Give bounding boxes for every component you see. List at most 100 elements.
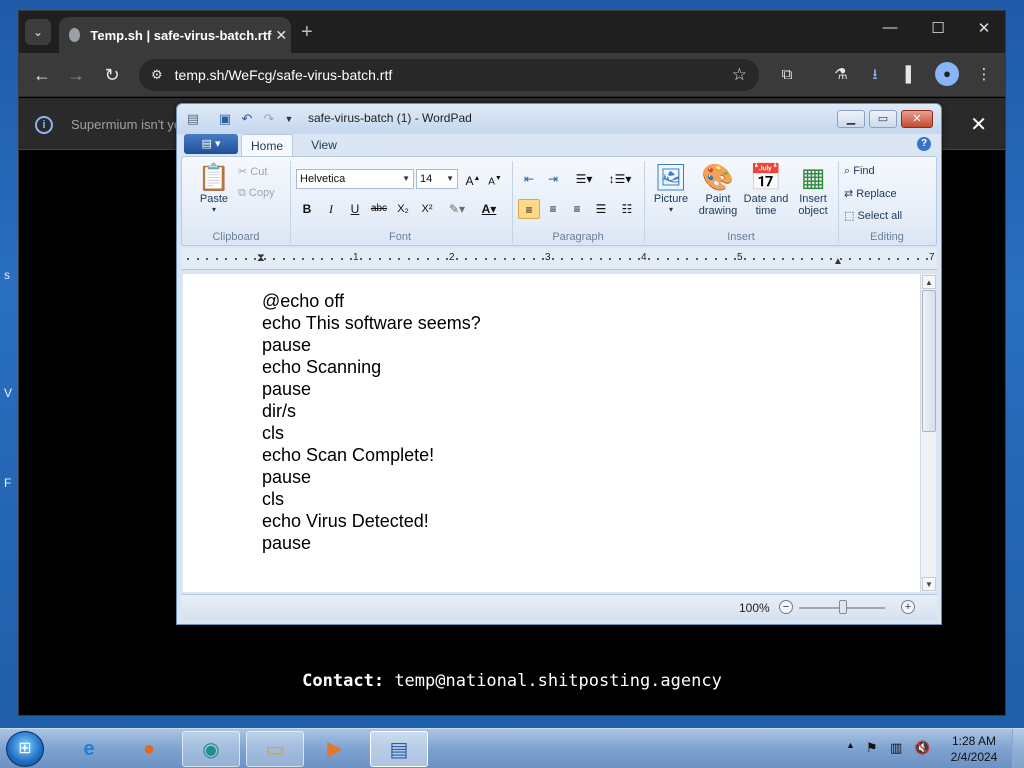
find-button[interactable]: ⌕ Find xyxy=(844,165,875,178)
supermium-icon[interactable]: ◉ xyxy=(182,731,240,767)
customize-qat-icon[interactable]: ▼ xyxy=(281,111,297,127)
extensions-icon[interactable]: ⧉ xyxy=(775,63,799,87)
tab-temp-sh[interactable]: Temp.sh | safe-virus-batch.rtf ✕ xyxy=(59,17,291,53)
site-info-icon[interactable]: ⚙ xyxy=(151,67,163,83)
show-desktop-button[interactable] xyxy=(1012,729,1024,768)
decrease-indent-icon[interactable]: ⇤ xyxy=(518,169,540,189)
align-center-icon[interactable]: ≡ xyxy=(542,199,564,219)
bullets-icon[interactable]: ☰▾ xyxy=(568,169,600,189)
grow-font-icon[interactable]: A▲ xyxy=(462,169,484,189)
contact-email[interactable]: temp@national.shitposting.agency xyxy=(394,671,722,691)
paste-label: Paste xyxy=(199,193,229,205)
network-icon[interactable]: ▥ xyxy=(890,740,902,756)
justify-icon[interactable]: ☰ xyxy=(590,199,612,219)
copy-button[interactable]: ⧉ Copy xyxy=(238,187,275,200)
vertical-scrollbar[interactable]: ▲ ▼ xyxy=(920,274,936,592)
ruler-tick xyxy=(331,258,333,260)
ruler[interactable]: 1 2 3 4 5 7 ⧗ ▲ xyxy=(181,248,937,270)
align-right-icon[interactable]: ≡ xyxy=(566,199,588,219)
help-icon[interactable]: ? xyxy=(917,137,931,151)
wordpad-title-bar[interactable]: ▤ ▣ ↶ ↷ ▼ safe-virus-batch (1) - WordPad… xyxy=(177,104,941,134)
save-icon[interactable]: ▣ xyxy=(217,111,233,127)
show-hidden-icons-icon[interactable]: ▲ xyxy=(846,740,855,750)
italic-icon[interactable]: I xyxy=(320,199,342,219)
file-explorer-icon[interactable]: ▭ xyxy=(246,731,304,767)
paint-drawing-button[interactable]: 🎨 Paint drawing xyxy=(694,161,742,217)
find-label: Find xyxy=(853,165,875,177)
insert-picture-button[interactable]: 🖼 Picture ▾ xyxy=(648,161,694,214)
paste-button[interactable]: 📋 Paste ▾ xyxy=(192,161,236,214)
scroll-thumb[interactable] xyxy=(922,290,936,432)
scroll-down-icon[interactable]: ▼ xyxy=(922,577,936,591)
underline-icon[interactable]: U xyxy=(344,199,366,219)
bold-icon[interactable]: B xyxy=(296,199,318,219)
reload-icon[interactable]: ↻ xyxy=(99,63,125,87)
ruler-tick xyxy=(350,258,353,260)
firefox-icon[interactable]: ● xyxy=(120,731,178,767)
star-icon[interactable]: ☆ xyxy=(732,65,747,85)
shrink-font-icon[interactable]: A▼ xyxy=(484,169,506,189)
volume-muted-icon[interactable]: 🔇 xyxy=(914,740,930,756)
internet-explorer-icon[interactable]: e xyxy=(60,731,118,767)
download-icon[interactable]: ⭳ xyxy=(863,63,887,87)
document-line: echo Virus Detected! xyxy=(262,511,429,531)
close-button[interactable]: ✕ xyxy=(901,110,933,128)
ruler-tick xyxy=(532,258,535,260)
wordpad-app-icon[interactable]: ▤ xyxy=(185,111,201,127)
zoom-slider-handle[interactable] xyxy=(839,600,847,614)
profile-icon[interactable]: ● xyxy=(935,62,959,86)
start-button[interactable]: ⊞ xyxy=(6,731,44,767)
ruler-number: 4 xyxy=(641,252,647,263)
ruler-tick xyxy=(647,258,650,260)
labs-icon[interactable]: ⚗ xyxy=(829,63,853,87)
align-left-icon[interactable]: ≡ xyxy=(518,199,540,219)
url-text[interactable]: temp.sh/WeFcg/safe-virus-batch.rtf xyxy=(175,67,732,83)
chevron-down-icon[interactable]: ⌄ xyxy=(25,19,51,45)
font-family-select[interactable]: Helvetica ▼ xyxy=(296,169,414,189)
object-icon: ▦ xyxy=(800,162,826,192)
tab-home[interactable]: Home xyxy=(241,134,293,156)
undo-icon[interactable]: ↶ xyxy=(239,111,255,127)
cut-button[interactable]: ✂ Cut xyxy=(238,165,267,178)
close-window-button[interactable]: ✕ xyxy=(969,19,999,37)
font-color-icon[interactable]: A▾ xyxy=(474,199,504,219)
sidebar-icon[interactable]: ▌ xyxy=(899,63,923,87)
close-icon[interactable]: ✕ xyxy=(970,112,987,137)
paragraph-settings-icon[interactable]: ☷ xyxy=(616,199,638,219)
subscript-icon[interactable]: X₂ xyxy=(392,199,414,219)
app-menu-button[interactable]: ▤ ▾ xyxy=(184,134,238,154)
menu-icon[interactable]: ⋮ xyxy=(972,63,996,87)
back-icon[interactable]: ← xyxy=(29,63,55,87)
close-icon[interactable]: ✕ xyxy=(271,27,291,44)
forward-icon[interactable]: → xyxy=(63,63,89,87)
select-all-button[interactable]: ⬚ Select all xyxy=(844,209,902,222)
wordpad-icon[interactable]: ▤ xyxy=(370,731,428,767)
font-size-select[interactable]: 14 ▼ xyxy=(416,169,458,189)
replace-button[interactable]: ⇄ Replace xyxy=(844,187,897,200)
zoom-in-icon[interactable]: + xyxy=(901,600,915,614)
restore-button[interactable]: ▭ xyxy=(869,110,897,128)
superscript-icon[interactable]: X² xyxy=(416,199,438,219)
scroll-up-icon[interactable]: ▲ xyxy=(922,275,936,289)
document-line: echo This software seems? xyxy=(262,313,481,333)
strikethrough-icon[interactable]: abc xyxy=(368,199,390,219)
maximize-button[interactable]: ☐ xyxy=(923,19,953,37)
minimize-button[interactable]: — xyxy=(875,19,905,36)
line-spacing-icon[interactable]: ↕☰▾ xyxy=(604,169,636,189)
highlight-icon[interactable]: ✎▾ xyxy=(442,199,472,219)
ruler-tick xyxy=(830,258,833,260)
redo-icon[interactable]: ↷ xyxy=(261,111,277,127)
increase-indent-icon[interactable]: ⇥ xyxy=(542,169,564,189)
flag-icon[interactable]: ⚑ xyxy=(866,740,878,756)
address-bar[interactable]: ⚙ temp.sh/WeFcg/safe-virus-batch.rtf ☆ xyxy=(139,59,759,91)
date-time-button[interactable]: 📅 Date and time xyxy=(742,161,790,217)
ruler-tick xyxy=(859,258,861,260)
media-player-icon[interactable]: ▶ xyxy=(306,731,364,767)
tab-view[interactable]: View xyxy=(299,134,349,156)
new-tab-button[interactable]: + xyxy=(301,21,313,44)
insert-object-button[interactable]: ▦ Insert object xyxy=(790,161,836,217)
minimize-button[interactable]: ▁ xyxy=(837,110,865,128)
zoom-out-icon[interactable]: − xyxy=(779,600,793,614)
clock[interactable]: 1:28 AM 2/4/2024 xyxy=(946,733,1002,765)
document-area[interactable]: @echo off echo This software seems? paus… xyxy=(183,274,920,592)
